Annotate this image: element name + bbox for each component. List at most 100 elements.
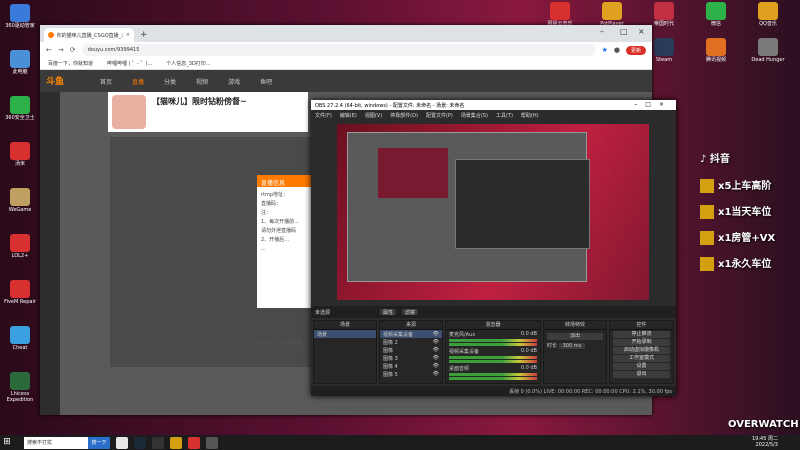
taskbar-search-input[interactable]: 搜索不打扰 [24,436,88,449]
site-sidebar [40,92,60,415]
eye-icon[interactable]: 👁 [433,331,439,337]
bookmark-item[interactable]: 百度一下，你就知道 [48,60,93,67]
source-item[interactable]: 图像 5 👁 [380,370,442,378]
obs2-taskbar-icon[interactable] [206,436,218,449]
star-icon[interactable]: ★ [602,46,608,54]
control-button[interactable]: 退出 [613,371,670,378]
control-button[interactable]: 工作室模式 [613,355,670,362]
tab-close-icon[interactable]: × [126,32,130,38]
track-db: 0.0 dB [520,365,537,371]
duration-field[interactable]: 300 ms [558,343,586,349]
eye-icon[interactable]: 👁 [433,363,439,369]
obs-menu-item[interactable]: 停靠部件(D) [390,112,418,119]
volume-slider[interactable] [449,343,537,346]
obs-preview[interactable] [337,124,649,300]
overlay-line: x1房管+VX [700,229,775,245]
clock-date: 2022/5/3 [755,442,778,448]
desktop-icon[interactable]: FiveM Repair [0,280,40,305]
filters-button[interactable]: 滤镜 [402,309,419,316]
source-item[interactable]: 图像 👁 [380,346,442,354]
minimize-icon[interactable]: – [600,27,604,36]
eye-icon[interactable]: 👁 [433,371,439,377]
eye-icon[interactable]: 👁 [433,355,439,361]
desktop-icon[interactable]: Dead Hunger [748,38,788,63]
desktop-icon[interactable]: Cheat [0,326,40,351]
properties-button[interactable]: 属性 [380,309,397,316]
close-window-icon[interactable]: × [638,27,645,36]
eye-icon[interactable]: 👁 [433,339,439,345]
desktop-icon-label: Lhicess Expedition [6,391,34,403]
mixer-track-row: 桌面音频 0.0 dB [446,364,540,372]
obs-menu-item[interactable]: 帮助(H) [521,112,539,119]
transition-select[interactable]: 淡出 [547,333,603,340]
app-icon [602,2,622,20]
control-button[interactable]: 启动虚拟摄像机 [613,347,670,354]
desktop-icon[interactable]: 此电脑 [0,50,40,75]
obs-menu-item[interactable]: 场景集合(S) [461,112,488,119]
steam-taskbar-icon[interactable] [134,436,146,449]
desktop-icon[interactable]: WeGame [0,188,40,213]
obs-menu-item[interactable]: 文件(F) [315,112,332,119]
forward-icon[interactable]: → [58,46,64,54]
apply-hint: 你还可以「主播申请」... [256,340,311,346]
maximize-icon[interactable]: □ [620,27,628,36]
eye-icon[interactable]: 👁 [433,347,439,353]
desktop-icon[interactable]: 360安全卫士 [0,96,40,121]
desktop-icon[interactable]: 360驱动管家 [0,4,40,29]
nav-fishbar[interactable]: 鱼吧 [260,77,272,86]
mixer-track: 桌面音频 0.0 dB [446,364,540,380]
desktop-icon[interactable]: 腾讯视频 [696,38,736,63]
desktop-icon[interactable]: 帝国时代 [644,2,684,27]
source-item[interactable]: 图像 4 👁 [380,362,442,370]
desktop-icon[interactable]: QQ音乐 [748,2,788,27]
obs-title: OBS 27.2.4 (64-bit, windows) - 配置文件: 未命名… [315,103,465,109]
control-button[interactable]: 开始录制 [613,339,670,346]
bookmark-item[interactable]: 个人信息_3D打印... [166,60,210,67]
desktop-icon[interactable]: 网易云音乐 [540,2,580,27]
new-tab-button[interactable]: + [140,28,148,42]
netease-taskbar-icon[interactable] [188,436,200,449]
clock[interactable]: 19:45 周二 2022/5/3 [752,436,778,448]
control-button[interactable]: 停止推流 [613,331,670,338]
overlay-text: x1当天车位 [718,207,772,218]
taskbar-search-button[interactable]: 搜一下 [88,436,110,449]
obs-taskbar-icon[interactable] [152,436,164,449]
nav-video[interactable]: 视频 [196,77,208,86]
douyu-logo[interactable]: 斗鱼 [46,74,64,87]
reload-icon[interactable]: ⟳ [70,46,76,54]
desktop-icon[interactable]: PotPlayer [592,2,632,27]
desktop-icon[interactable]: 汤米 [0,142,40,167]
nav-game[interactable]: 游戏 [228,77,240,86]
browser-tab[interactable]: 你的猫咪儿直播_CSGO直播_斗鱼 × [44,28,134,42]
app-icon [654,38,674,56]
back-icon[interactable]: ← [46,46,52,54]
profile-icon[interactable]: ● [614,46,620,54]
volume-slider[interactable] [449,360,537,363]
nav-live[interactable]: 直播 [132,77,144,86]
bookmark-item[interactable]: 哔哩哔哩 ( ゜- ゜)... [107,60,152,67]
streamer-avatar[interactable] [112,95,146,129]
desktop-icon[interactable]: LOL2+ [0,234,40,259]
control-button[interactable]: 设置 [613,363,670,370]
scene-item[interactable]: 场景 [314,330,376,338]
obs-title-bar: OBS 27.2.4 (64-bit, windows) - 配置文件: 未命名… [311,100,676,110]
obs-menu-item[interactable]: 配置文件(P) [426,112,453,119]
source-item[interactable]: 图像 2 👁 [380,338,442,346]
nav-home[interactable]: 首页 [100,77,112,86]
obs-menu-item[interactable]: 编辑(E) [340,112,357,119]
chrome-taskbar-icon[interactable] [116,436,128,449]
update-button[interactable]: 更新 [625,45,646,55]
source-item[interactable]: 图像 3 👁 [380,354,442,362]
obs-menu-item[interactable]: 视图(V) [365,112,382,119]
url-field[interactable]: douyu.com/9399415 [81,44,596,56]
nav-category[interactable]: 分类 [164,77,176,86]
windows-start-icon[interactable]: ⊞ [0,435,14,450]
app-taskbar-icon[interactable] [170,436,182,449]
obs-menu-item[interactable]: 工具(T) [496,112,513,119]
source-item[interactable]: 视频采集设备 👁 [380,330,442,338]
desktop-icon[interactable]: 微信 [696,2,736,27]
desktop-icon-label: LOL2+ [11,253,29,259]
obs-window-controls[interactable]: –□× [634,101,672,108]
volume-slider[interactable] [449,377,537,380]
desktop-icon[interactable]: Lhicess Expedition [0,372,40,403]
